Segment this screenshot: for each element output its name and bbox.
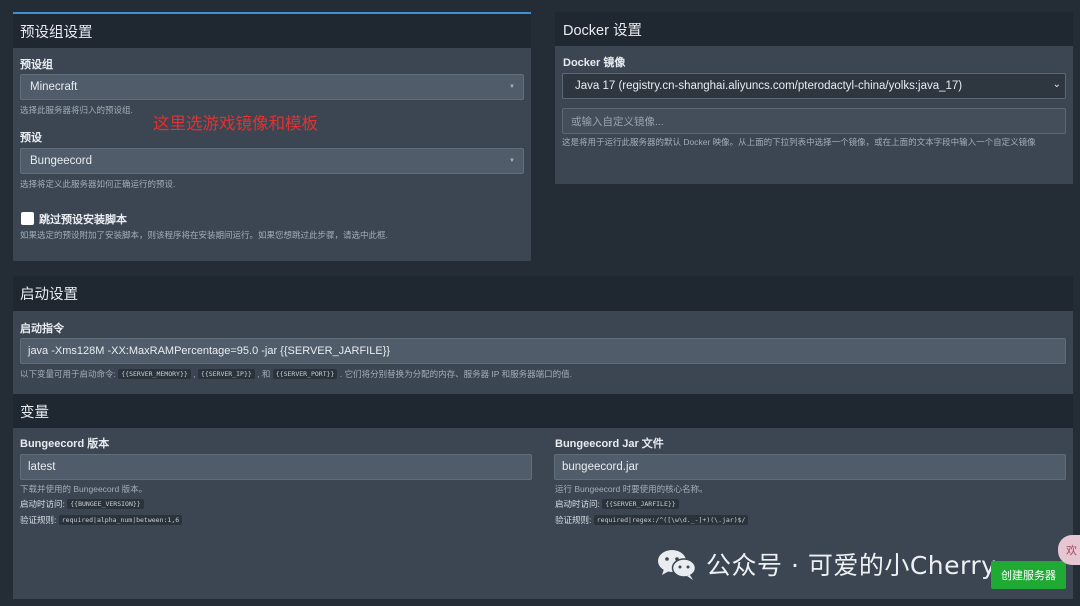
watermark: 公众号 · 可爱的小Cherry — [656, 546, 996, 582]
var-ip-code: {{SERVER_IP}} — [197, 369, 255, 379]
bungee-version-label: Bungeecord 版本 — [20, 438, 110, 450]
server-jar-var-code: {{SERVER_JARFILE}} — [602, 499, 679, 509]
create-server-button[interactable]: 创建服务器 — [991, 561, 1066, 589]
chevron-down-icon: ▼ — [509, 84, 515, 90]
bungee-version-var-code: {{BUNGEE_VERSION}} — [67, 499, 144, 509]
bungee-version-input[interactable]: latest — [20, 454, 532, 480]
egg-label: 预设 — [20, 132, 42, 144]
docker-panel: Docker 设置 Docker 镜像 Java 17 (registry.cn… — [555, 12, 1073, 184]
startup-panel: 启动设置 启动指令 java -Xms128M -XX:MaxRAMPercen… — [13, 276, 1073, 394]
nest-label: 预设组 — [20, 59, 53, 71]
egg-select[interactable]: Bungeecord ▼ — [20, 148, 524, 174]
server-jar-rules-code: required|regex:/^([\w\d._-]+)(\.jar)$/ — [593, 515, 749, 525]
server-jar-help: 运行 Bungeecord 时要使用的核心名称。 — [555, 484, 708, 494]
annotation-text: 这里选游戏镜像和模板 — [153, 115, 318, 133]
startup-command-input[interactable]: java -Xms128M -XX:MaxRAMPercentage=95.0 … — [20, 338, 1066, 364]
docker-image-label: Docker 镜像 — [563, 57, 626, 69]
server-jar-rules: 验证规则: required|regex:/^([\w\d._-]+)(\.ja… — [555, 514, 749, 527]
skip-scripts-checkbox[interactable] — [21, 212, 34, 225]
preset-group-panel: 预设组设置 预设组 Minecraft ▼ 选择此服务器将归入的预设组. 这里选… — [13, 12, 531, 261]
docker-title: Docker 设置 — [555, 12, 1073, 46]
watermark-text: 公众号 · 可爱的小Cherry — [706, 551, 997, 580]
nest-help: 选择此服务器将归入的预设组. — [20, 105, 133, 115]
variables-title: 变量 — [13, 394, 1073, 428]
bungee-version-help: 下载并使用的 Bungeecord 版本。 — [20, 484, 148, 494]
bungee-version-rules: 验证规则: required|alpha_num|between:1,6 — [20, 514, 183, 527]
startup-help: 以下变量可用于启动命令: {{SERVER_MEMORY}} , {{SERVE… — [20, 369, 573, 379]
var-memory-code: {{SERVER_MEMORY}} — [118, 369, 191, 379]
side-badge-text: 欢 — [1066, 545, 1077, 557]
bungee-version-rules-code: required|alpha_num|between:1,6 — [58, 515, 183, 525]
startup-command-value: java -Xms128M -XX:MaxRAMPercentage=95.0 … — [28, 345, 391, 357]
skip-scripts-help: 如果选定的预设附加了安装脚本，则该程序将在安装期间运行。如果您想跳过此步骤，请选… — [20, 230, 388, 240]
docker-image-select[interactable]: Java 17 (registry.cn-shanghai.aliyuncs.c… — [562, 73, 1066, 99]
docker-image-value: Java 17 (registry.cn-shanghai.aliyuncs.c… — [575, 80, 963, 92]
egg-select-value: Bungeecord — [30, 155, 93, 167]
chevron-down-icon: ▼ — [509, 158, 515, 164]
custom-image-input[interactable]: 或输入自定义镜像... — [562, 108, 1066, 134]
server-jar-value: bungeecord.jar — [562, 461, 639, 473]
wechat-icon — [658, 550, 697, 580]
chevron-down-icon: ⌄ — [1052, 79, 1061, 90]
docker-help: 这是将用于运行此服务器的默认 Docker 映像。从上面的下拉列表中选择一个镜像… — [562, 137, 1036, 147]
var-port-code: {{SERVER_PORT}} — [272, 369, 338, 379]
skip-scripts-label[interactable]: 跳过预设安装脚本 — [39, 211, 127, 227]
server-jar-label: Bungeecord Jar 文件 — [555, 438, 664, 450]
custom-image-placeholder: 或输入自定义镜像... — [571, 115, 664, 128]
preset-group-title: 预设组设置 — [13, 14, 531, 48]
bungee-version-access: 启动时访问: {{BUNGEE_VERSION}} — [20, 498, 144, 511]
server-jar-input[interactable]: bungeecord.jar — [554, 454, 1066, 480]
create-server-label: 创建服务器 — [1001, 570, 1056, 582]
egg-help: 选择将定义此服务器如何正确运行的预设. — [20, 179, 176, 189]
nest-select-value: Minecraft — [30, 81, 78, 93]
startup-command-label: 启动指令 — [20, 323, 64, 335]
server-jar-access: 启动时访问: {{SERVER_JARFILE}} — [555, 498, 679, 511]
side-badge[interactable]: 欢 — [1058, 535, 1080, 565]
bungee-version-value: latest — [28, 461, 56, 473]
startup-title: 启动设置 — [13, 276, 1073, 311]
nest-select[interactable]: Minecraft ▼ — [20, 74, 524, 100]
